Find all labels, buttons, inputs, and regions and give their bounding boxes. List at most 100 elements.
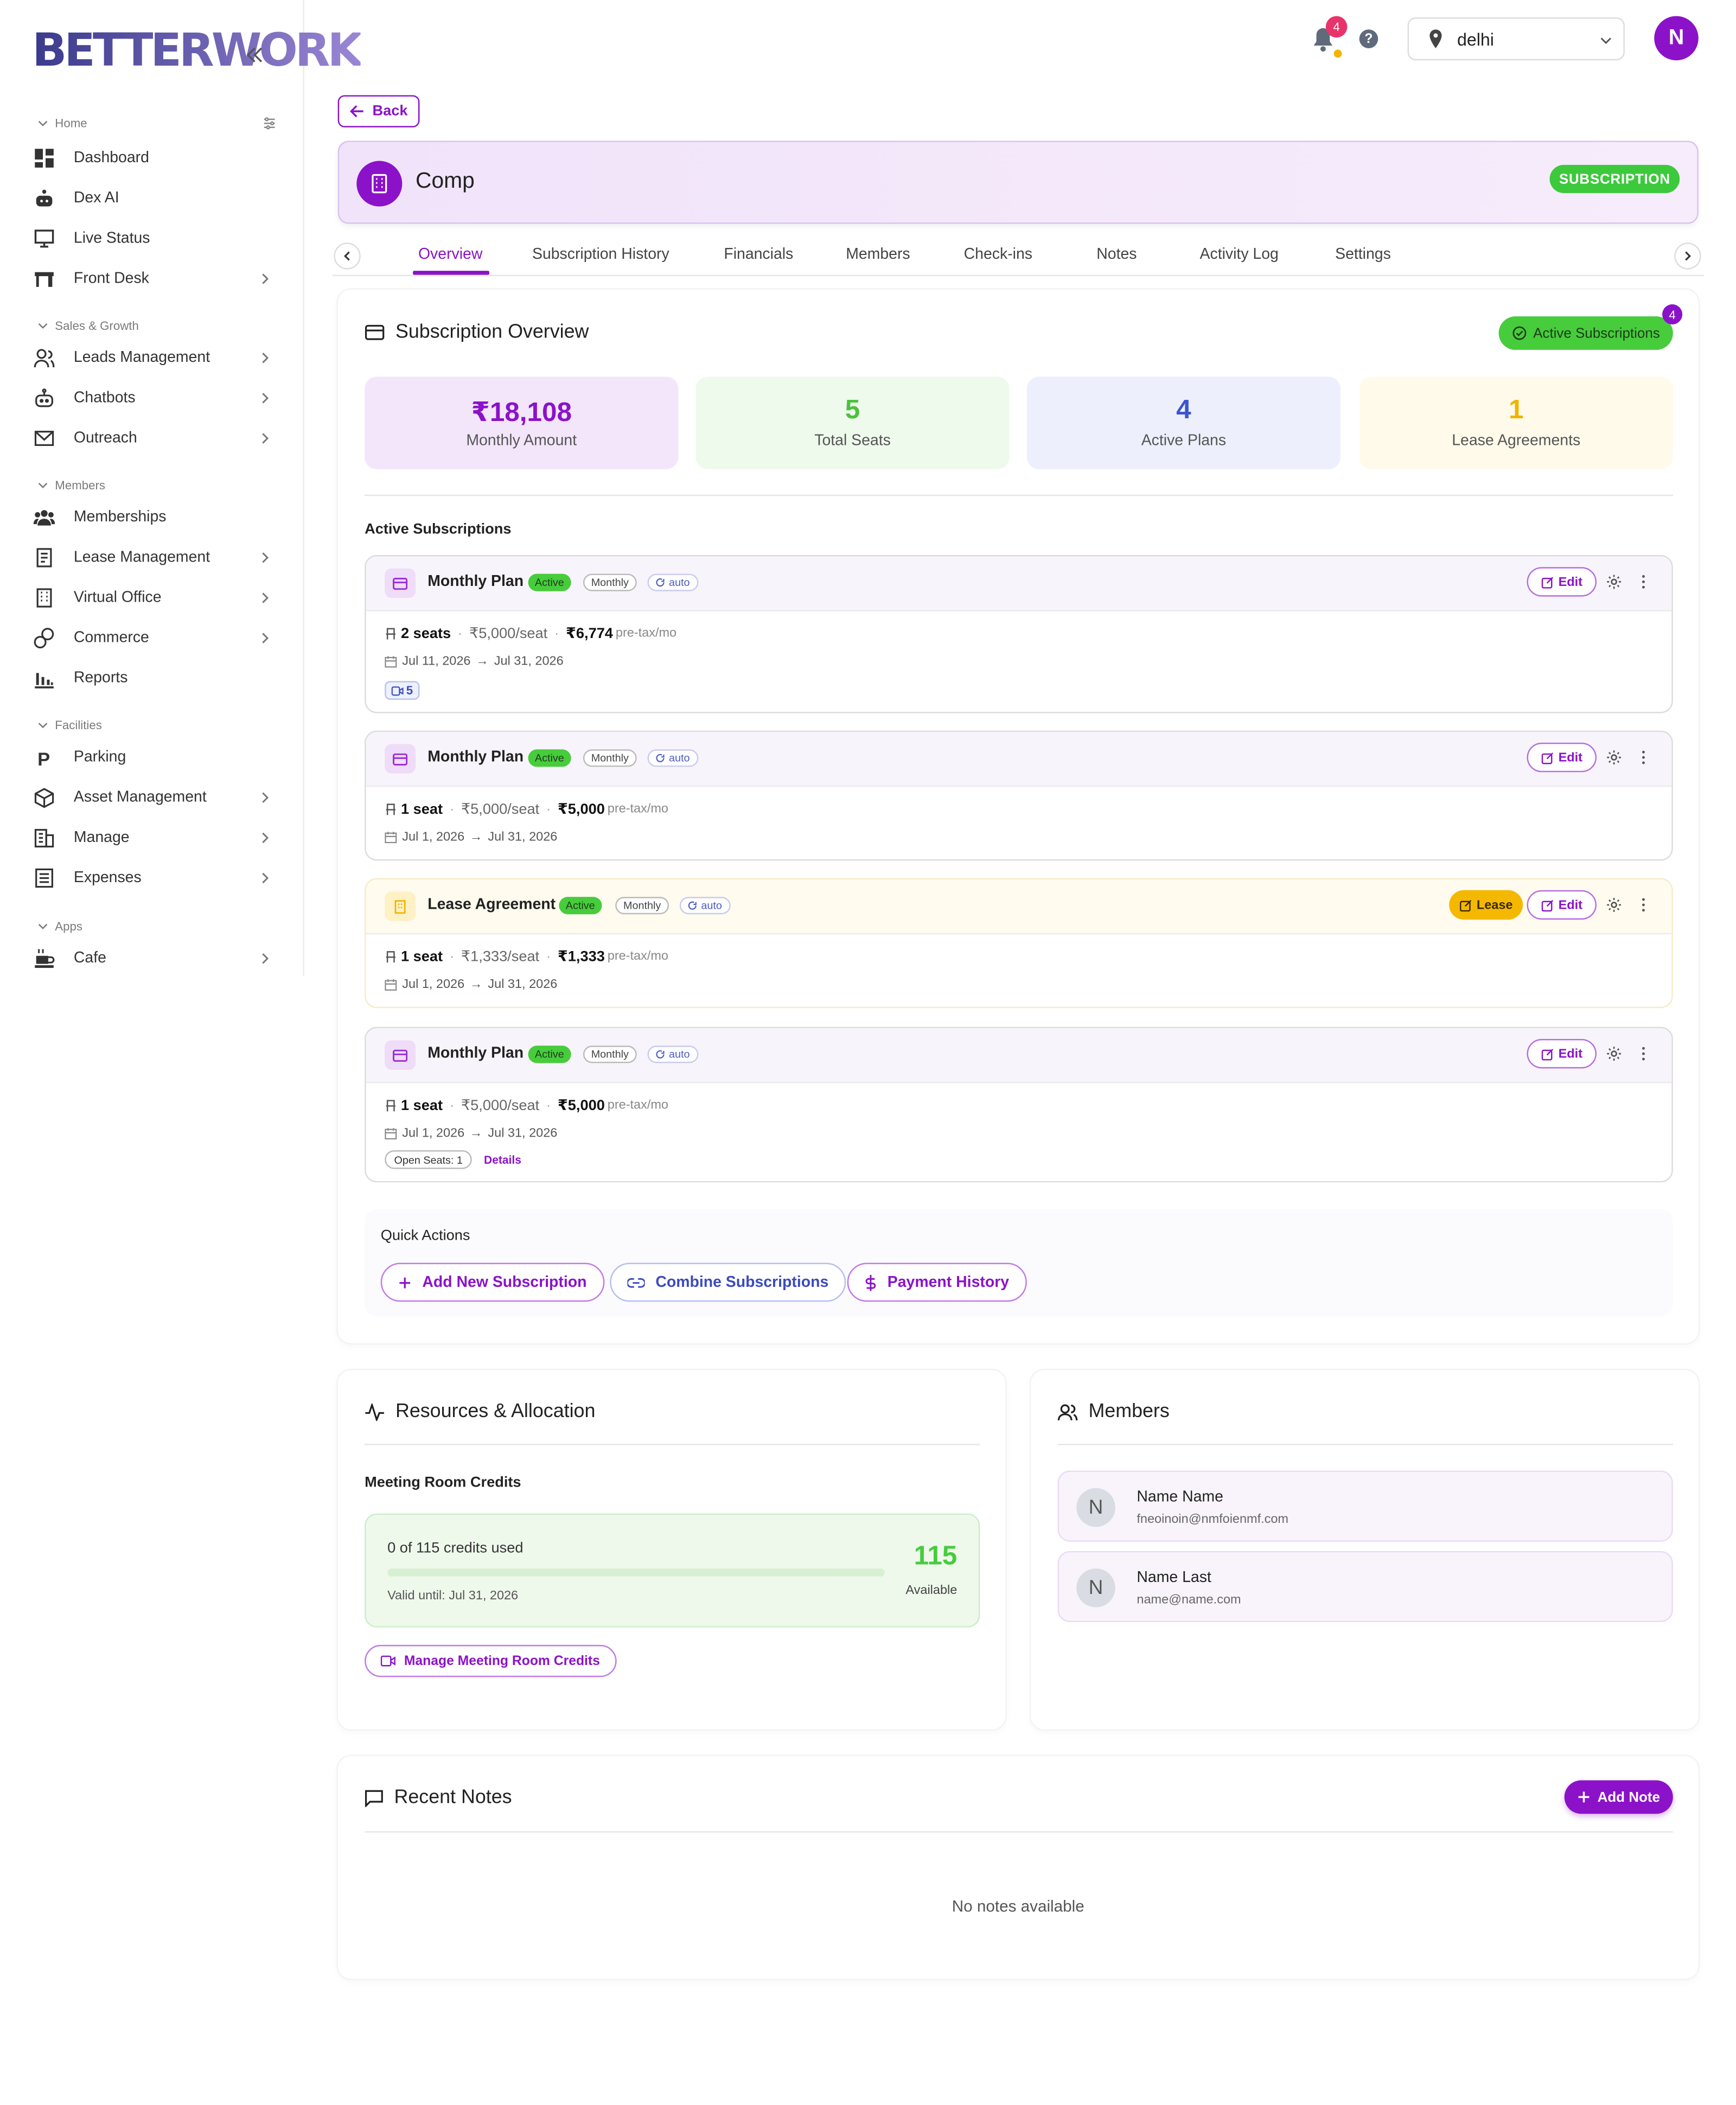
svg-text:P: P [37,749,50,768]
combine-subscriptions-button[interactable]: Combine Subscriptions [610,1262,846,1302]
sidebar-item-chatbots[interactable]: Chatbots [34,384,275,413]
sidebar-item-live-status[interactable]: Live Status [34,224,275,253]
more-options-icon[interactable] [1636,749,1652,766]
seat-icon [386,803,395,815]
member-avatar: N [1076,1568,1115,1608]
sidebar-item-lease-management[interactable]: Lease Management [34,543,275,572]
card-icon [385,1040,416,1070]
tab-notes[interactable]: Notes [1096,247,1137,263]
status-badge: Active [528,749,571,767]
member-row[interactable]: N Name Name fneoinoin@nmfoienmf.com [1057,1470,1673,1542]
divider [365,494,1673,496]
tab-overview[interactable]: Overview [418,247,482,263]
video-icon [391,686,404,696]
help-icon[interactable]: ? [1359,29,1378,48]
collapse-sidebar-icon[interactable] [244,44,266,66]
section-home[interactable]: Home [37,117,87,130]
edit-button[interactable]: Edit [1527,742,1597,773]
gear-icon[interactable] [1606,574,1622,590]
sidebar-item-reports[interactable]: Reports [34,664,275,693]
sliders-icon[interactable] [263,117,276,130]
sidebar-item-outreach[interactable]: Outreach [34,424,275,453]
subscription-dates: Jul 1, 2026 → Jul 31, 2026 [385,830,557,845]
edit-button[interactable]: Edit [1527,567,1597,597]
tab-settings[interactable]: Settings [1335,247,1391,263]
tab-members[interactable]: Members [846,247,910,263]
subscription-header: Monthly Plan Active Monthly auto Edit [366,1028,1672,1083]
sidebar-item-dex-ai[interactable]: Dex AI [34,184,275,213]
back-button[interactable]: Back [337,95,420,127]
tab-financials[interactable]: Financials [724,247,793,263]
gear-icon[interactable] [1606,749,1622,766]
billing-cycle-badge: Monthly [583,749,637,767]
sidebar-item-cafe[interactable]: Cafe [34,944,275,973]
details-link[interactable]: Details [484,1153,521,1166]
edit-icon [1541,576,1553,588]
sidebar-item-commerce[interactable]: Commerce [34,623,275,653]
active-subscriptions-button[interactable]: Active Subscriptions [1498,316,1673,350]
company-name: Comp [416,169,475,193]
auto-renew-badge: auto [679,897,730,915]
member-row[interactable]: N Name Last name@name.com [1057,1551,1673,1622]
more-options-icon[interactable] [1636,897,1652,913]
recent-notes-heading: Recent Notes [365,1787,512,1808]
dollar-icon [865,1274,876,1291]
box-icon [34,788,54,808]
sidebar-item-front-desk[interactable]: Front Desk [34,264,275,294]
members-heading: Members [1057,1401,1170,1423]
payment-history-button[interactable]: Payment History [847,1262,1027,1302]
sidebar-item-manage[interactable]: Manage [34,823,275,852]
more-options-icon[interactable] [1636,1045,1652,1062]
sidebar-item-dashboard[interactable]: Dashboard [34,143,275,173]
calendar-icon [385,656,397,668]
sidebar: BETTERWORK Home Dashboard Dex AI Live St… [0,0,363,976]
sidebar-item-parking[interactable]: P Parking [34,743,275,772]
parking-icon: P [37,749,50,768]
sidebar-item-asset-management[interactable]: Asset Management [34,783,275,812]
activity-icon [365,1402,384,1421]
tab-activity-log[interactable]: Activity Log [1200,247,1279,263]
tabs-prev-button[interactable] [334,243,361,270]
chevron-right-icon [262,953,269,964]
group-icon [33,510,55,526]
edit-button[interactable]: Edit [1527,890,1597,920]
chevron-right-icon [1685,251,1691,261]
calendar-icon [385,979,397,991]
subscription-dates: Jul 1, 2026 → Jul 31, 2026 [385,1126,557,1141]
edit-icon [1541,899,1553,911]
tab-subscription-history[interactable]: Subscription History [532,247,669,263]
divider [365,1444,980,1445]
sidebar-item-expenses[interactable]: Expenses [34,863,275,892]
brand-logo[interactable]: BETTERWORK [32,24,362,78]
gear-icon[interactable] [1606,1045,1622,1062]
location-select[interactable]: delhi [1407,17,1625,61]
tab-check-ins[interactable]: Check-ins [964,247,1032,263]
user-avatar[interactable]: N [1654,16,1699,61]
lease-button[interactable]: Lease [1449,890,1523,920]
refresh-icon [656,1050,665,1058]
member-name: Name Name [1137,1489,1223,1506]
chevron-down-icon [1600,37,1611,44]
edit-button[interactable]: Edit [1527,1039,1597,1069]
chevron-down-icon [38,323,48,329]
section-sales-growth[interactable]: Sales & Growth [37,319,139,333]
seat-icon [386,950,395,962]
meeting-credits-chip[interactable]: 5 [385,681,420,700]
section-apps[interactable]: Apps [37,920,82,933]
dashboard-icon [35,149,54,168]
gear-icon[interactable] [1606,897,1622,913]
resources-heading: Resources & Allocation [365,1401,595,1423]
chevron-down-icon [38,923,48,929]
sidebar-item-virtual-office[interactable]: Virtual Office [34,583,275,613]
section-facilities[interactable]: Facilities [37,718,102,732]
chevron-right-icon [262,433,269,444]
sidebar-item-memberships[interactable]: Memberships [33,503,275,532]
section-members[interactable]: Members [37,479,105,492]
more-options-icon[interactable] [1636,574,1652,590]
chevron-right-icon [262,273,269,284]
add-note-button[interactable]: Add Note [1564,1780,1673,1814]
sidebar-item-leads-management[interactable]: Leads Management [34,343,275,373]
tabs-next-button[interactable] [1674,243,1701,270]
manage-credits-button[interactable]: Manage Meeting Room Credits [365,1644,617,1677]
add-new-subscription-button[interactable]: Add New Subscription [380,1262,604,1302]
